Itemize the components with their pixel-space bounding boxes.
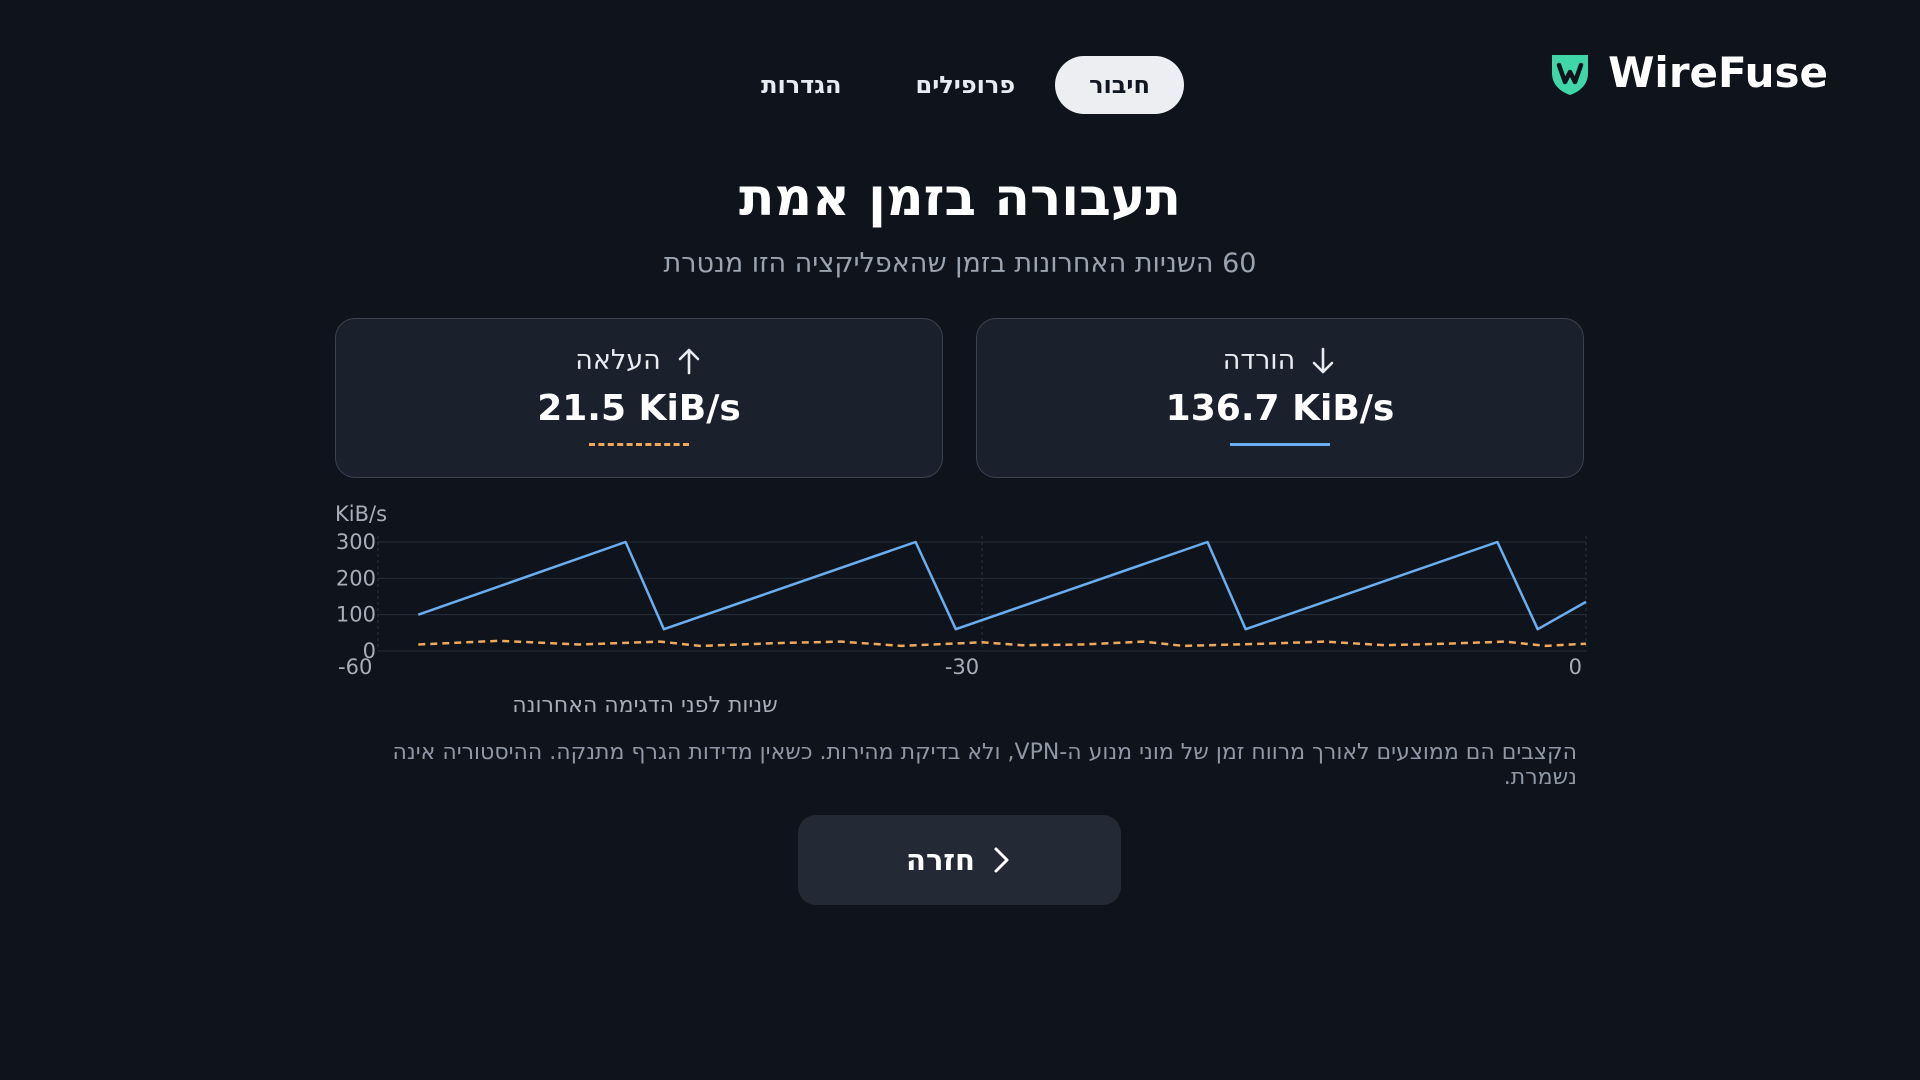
app-name: WireFuse xyxy=(1608,48,1828,97)
x-axis-label: שניות לפני הדגימה האחרונה xyxy=(512,693,777,718)
download-series-line xyxy=(417,540,1587,631)
y-tick-label: 200 xyxy=(336,566,376,590)
download-label: הורדה xyxy=(1222,345,1296,376)
download-legend-swatch xyxy=(1230,443,1330,446)
page-subtitle: 60 השניות האחרונות בזמן שהאפליקציה הזו מ… xyxy=(663,248,1257,279)
download-rate: 136.7 KiB/s xyxy=(1165,388,1395,429)
page-title: תעבורה בזמן אמת xyxy=(739,168,1181,228)
wirefuse-logo-icon xyxy=(1552,54,1589,95)
chevron-right-icon xyxy=(994,847,1009,873)
tab-connection[interactable]: חיבור xyxy=(1055,56,1184,114)
y-tick-label: 300 xyxy=(336,530,376,554)
upload-legend-swatch xyxy=(589,443,689,446)
back-button[interactable]: חזרה xyxy=(798,815,1121,905)
upload-card: העלאה 21.5 KiB/s xyxy=(335,318,943,478)
x-tick-label: 0 xyxy=(1569,655,1582,679)
chart-note: הקצבים הם ממוצעים לאורך מרווח זמן של מונ… xyxy=(392,740,1577,790)
arrow-down-icon xyxy=(1313,347,1334,373)
x-tick-label: -30 xyxy=(945,655,979,679)
tab-profiles[interactable]: פרופילים xyxy=(881,56,1049,114)
tab-settings[interactable]: הגדרות xyxy=(727,56,875,114)
app-logo: WireFuse xyxy=(1546,48,1828,97)
main-tabs: חיבור פרופילים הגדרות xyxy=(732,52,1188,118)
x-tick-label: -60 xyxy=(338,655,372,679)
upload-series-line xyxy=(418,639,1587,648)
download-card: הורדה 136.7 KiB/s xyxy=(976,318,1584,478)
upload-label: העלאה xyxy=(575,345,661,376)
upload-rate: 21.5 KiB/s xyxy=(537,388,741,429)
back-button-label: חזרה xyxy=(906,843,975,877)
y-axis-label: KiB/s xyxy=(335,502,387,526)
y-tick-label: 100 xyxy=(336,603,376,627)
traffic-chart: KiB/s3002001000-60 -30 0שניות לפני הדגימה … xyxy=(335,502,1587,718)
arrow-up-icon xyxy=(678,348,700,374)
